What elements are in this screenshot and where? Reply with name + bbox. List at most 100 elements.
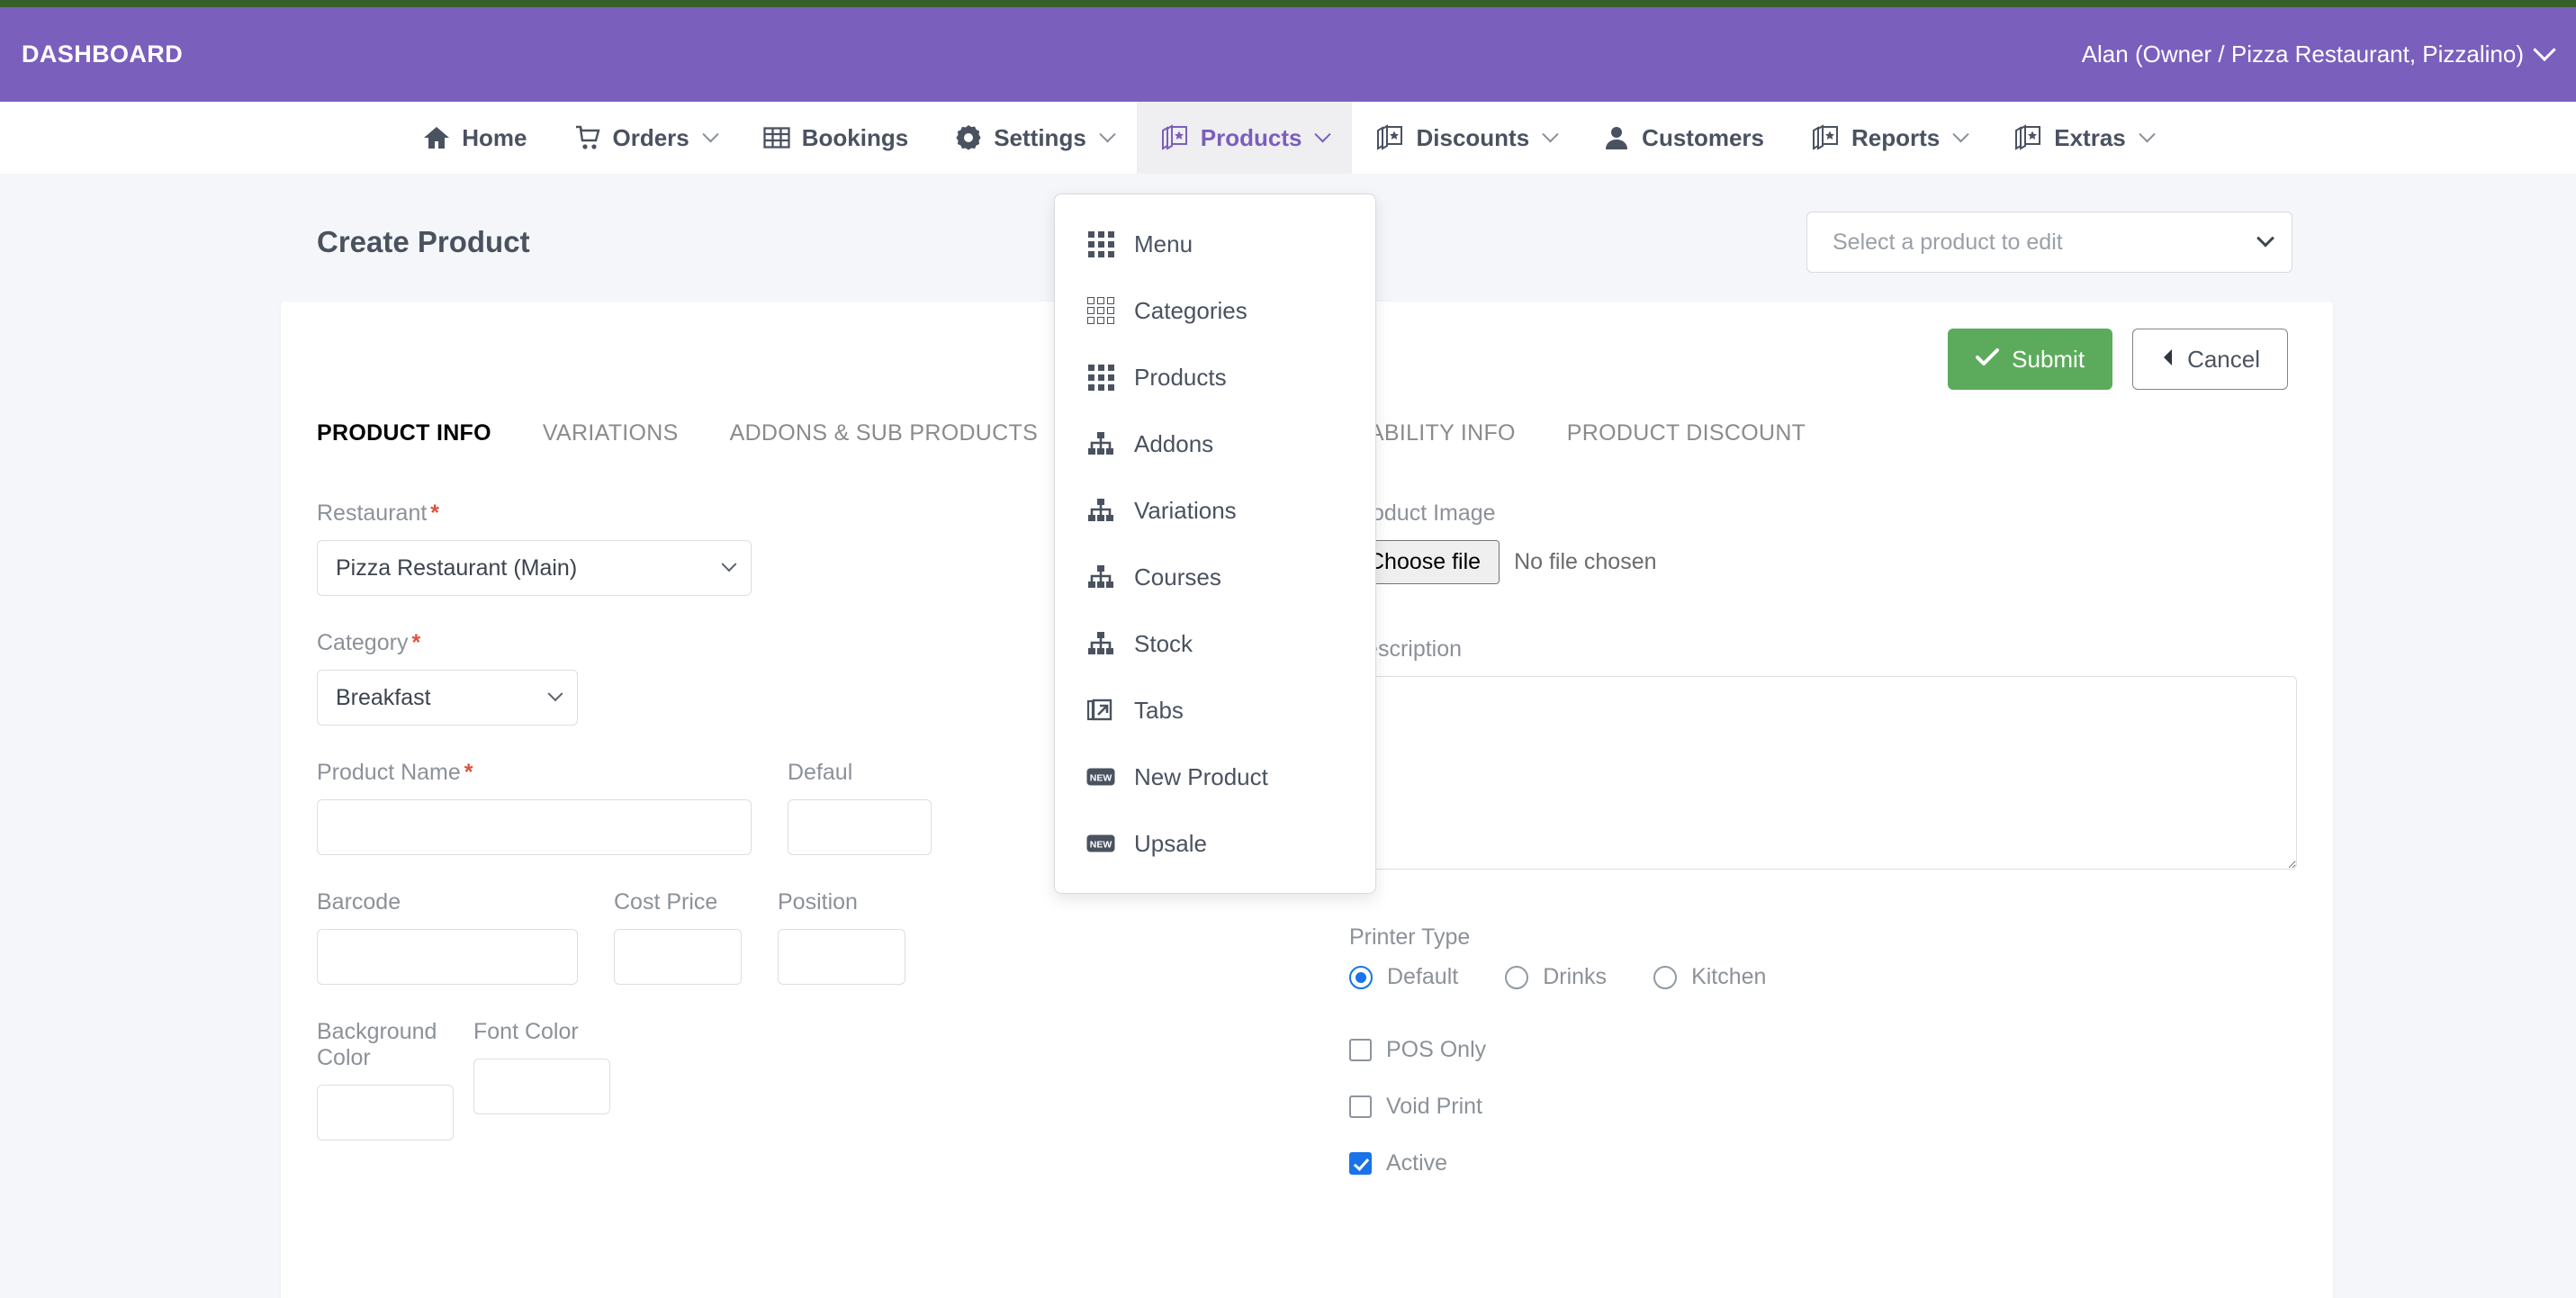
required-marker: * — [430, 500, 440, 526]
submit-button[interactable]: Submit — [1948, 329, 2113, 390]
dropdown-item-addons[interactable]: Addons — [1055, 410, 1375, 477]
radio-indicator — [1653, 965, 1678, 989]
default-price-input[interactable] — [788, 799, 932, 855]
product-name-input[interactable] — [317, 799, 752, 855]
background-color-input[interactable] — [317, 1085, 454, 1140]
radio-option-drinks[interactable]: Drinks — [1505, 964, 1607, 990]
nav-item-bookings[interactable]: Bookings — [740, 102, 932, 174]
nav-label: Discounts — [1416, 123, 1530, 151]
nav-item-extras[interactable]: Extras — [1990, 102, 2176, 174]
font-color-label: Font Color — [473, 1019, 579, 1044]
chevron-down-icon — [702, 125, 719, 142]
dropdown-item-label: Courses — [1134, 563, 1221, 590]
user-menu-label: Alan (Owner / Pizza Restaurant, Pizzalin… — [2081, 41, 2524, 68]
category-label-text: Category — [317, 630, 409, 655]
form-right-column: Product Image Choose file No file chosen… — [1327, 500, 2297, 1176]
gear-icon — [955, 124, 982, 151]
dropdown-item-categories[interactable]: Categories — [1055, 277, 1375, 344]
dropdown-item-label: Variations — [1134, 497, 1237, 524]
grid-filled-icon — [1085, 364, 1116, 391]
sitemap-icon — [1085, 431, 1116, 456]
product-edit-select[interactable]: Select a product to edit — [1806, 212, 2292, 273]
nav-item-customers[interactable]: Customers — [1580, 102, 1788, 174]
checkbox-active[interactable]: Active — [1349, 1150, 2297, 1176]
grid-outline-icon — [1085, 297, 1116, 324]
cards-star-icon — [1160, 124, 1189, 151]
page-title: Create Product — [317, 225, 530, 258]
checkbox-void-print[interactable]: Void Print — [1349, 1094, 2297, 1120]
default-price-label: Defaul — [788, 760, 853, 785]
user-menu[interactable]: Alan (Owner / Pizza Restaurant, Pizzalin… — [2081, 38, 2556, 68]
nav-label: Customers — [1642, 123, 1764, 151]
description-textarea[interactable] — [1349, 676, 2297, 870]
dropdown-item-new-product[interactable]: NEW New Product — [1055, 744, 1375, 810]
color-row: Background Color Font Color — [317, 1019, 1291, 1140]
radio-indicator — [1349, 965, 1373, 989]
font-color-input[interactable] — [473, 1059, 610, 1114]
product-name-label: Product Name * — [317, 760, 752, 786]
submit-button-label: Submit — [2012, 345, 2085, 373]
nav-item-discounts[interactable]: Discounts — [1352, 102, 1580, 174]
nav-item-orders[interactable]: Orders — [551, 102, 740, 174]
cart-icon — [574, 125, 601, 150]
top-accent-strip — [0, 0, 2576, 7]
dropdown-item-label: Products — [1134, 364, 1227, 391]
radio-option-kitchen[interactable]: Kitchen — [1653, 964, 1766, 990]
cost-price-input[interactable] — [614, 929, 742, 985]
checkbox-label: Void Print — [1386, 1094, 1483, 1119]
tab-product-info[interactable]: PRODUCT INFO — [317, 410, 518, 461]
checkbox-label: POS Only — [1386, 1037, 1487, 1062]
dropdown-item-variations[interactable]: Variations — [1055, 477, 1375, 544]
nav-item-products[interactable]: Products — [1136, 102, 1353, 174]
barcode-input[interactable] — [317, 929, 578, 985]
category-select-value: Breakfast — [336, 684, 431, 710]
nav-label: Home — [462, 123, 527, 151]
checkbox-pos-only[interactable]: POS Only — [1349, 1037, 2297, 1063]
dropdown-item-menu[interactable]: Menu — [1055, 211, 1375, 277]
barcode-cost-position-row: Barcode Cost Price Position — [317, 889, 1291, 985]
category-select[interactable]: Breakfast — [317, 670, 578, 726]
description-field-group: Description — [1349, 636, 2297, 874]
dropdown-item-courses[interactable]: Courses — [1055, 544, 1375, 610]
product-image-label: Product Image — [1349, 500, 1496, 526]
cost-price-field-group: Cost Price — [614, 889, 742, 985]
chevron-down-icon — [547, 686, 563, 702]
position-input[interactable] — [778, 929, 905, 985]
dropdown-item-upsale[interactable]: NEW Upsale — [1055, 810, 1375, 877]
dropdown-item-products[interactable]: Products — [1055, 344, 1375, 410]
radio-label: Drinks — [1543, 964, 1608, 989]
cancel-button[interactable]: Cancel — [2132, 329, 2288, 390]
radio-option-default[interactable]: Default — [1349, 964, 1458, 990]
restaurant-select[interactable]: Pizza Restaurant (Main) — [317, 540, 752, 596]
user-icon — [1603, 124, 1630, 151]
nav-label: Extras — [2054, 123, 2126, 151]
product-edit-select-placeholder: Select a product to edit — [1833, 229, 2063, 255]
dropdown-item-label: Tabs — [1134, 697, 1184, 724]
options-checkbox-group: POS Only Void Print Active — [1349, 1037, 2297, 1176]
nav-item-reports[interactable]: Reports — [1788, 102, 1990, 174]
nav-item-settings[interactable]: Settings — [932, 102, 1137, 174]
radio-label: Default — [1387, 964, 1459, 989]
background-color-field-group: Background Color — [317, 1019, 454, 1140]
checkbox-indicator — [1349, 1039, 1372, 1061]
grid-filled-icon — [1085, 230, 1116, 257]
dropdown-item-label: New Product — [1134, 763, 1268, 790]
new-badge-icon: NEW — [1085, 834, 1116, 852]
sitemap-icon — [1085, 631, 1116, 656]
tab-addons-sub-products[interactable]: ADDONS & SUB PRODUCTS — [730, 410, 1065, 461]
tab-variations[interactable]: VARIATIONS — [543, 410, 706, 461]
chevron-down-icon — [2533, 38, 2556, 61]
app-brand-title: DASHBOARD — [22, 41, 184, 68]
product-image-field-group: Product Image Choose file No file chosen — [1349, 500, 2297, 584]
font-color-field-group: Font Color — [473, 1019, 610, 1140]
main-navigation: Home Orders Bookings Settings Products D… — [0, 102, 2576, 174]
dropdown-item-tabs[interactable]: Tabs — [1055, 677, 1375, 744]
products-dropdown-menu: Menu Categories Products Addons Variatio… — [1054, 194, 1376, 894]
nav-item-home[interactable]: Home — [400, 102, 550, 174]
background-color-label: Background Color — [317, 1019, 437, 1070]
svg-text:NEW: NEW — [1090, 773, 1112, 784]
default-price-field-group: Defaul — [788, 760, 932, 855]
dropdown-item-stock[interactable]: Stock — [1055, 610, 1375, 677]
checkbox-indicator — [1349, 1152, 1372, 1175]
tab-product-discount[interactable]: PRODUCT DISCOUNT — [1567, 410, 1833, 461]
